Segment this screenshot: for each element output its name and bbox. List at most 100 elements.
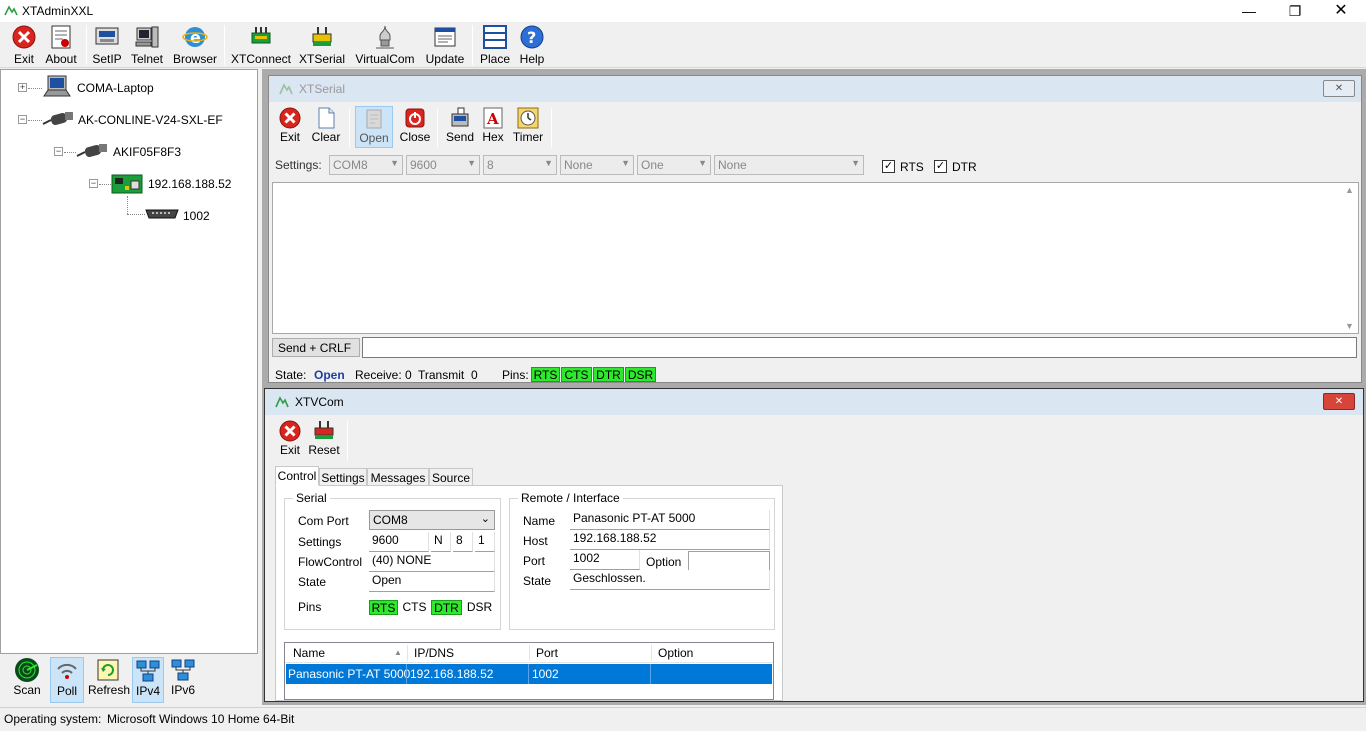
update-button[interactable]: Update [424, 24, 466, 66]
connections-table[interactable]: Name ▲ IP/DNS Port Option Panasonic PT-A… [284, 642, 774, 700]
receive-value: 0 [405, 368, 412, 382]
browser-button[interactable]: e Browser [172, 24, 218, 66]
baud-combo[interactable]: 9600 ▼ [406, 155, 480, 175]
tree-node-adapter[interactable]: AK-CONLINE-V24-SXL-EF [78, 113, 223, 127]
tree-node-ip[interactable]: 192.168.188.52 [148, 177, 231, 191]
xtserial-button[interactable]: XTSerial [298, 24, 346, 66]
vcom-reset-button[interactable]: Reset [307, 419, 341, 461]
col-ipdns[interactable]: IP/DNS [414, 646, 454, 660]
rts-label: RTS [900, 160, 924, 174]
tree-collapse-toggle-3[interactable]: − [89, 179, 98, 188]
about-button[interactable]: About [42, 24, 80, 66]
send-crlf-button[interactable]: Send + CRLF [272, 338, 360, 357]
serial-timer-button[interactable]: Timer [511, 106, 545, 148]
table-header: Name ▲ IP/DNS Port Option [285, 643, 773, 663]
parity-field[interactable]: N [431, 532, 451, 552]
parity-combo[interactable]: None ▼ [560, 155, 634, 175]
xtconnect-icon [251, 27, 271, 44]
remote-host-field[interactable]: 192.168.188.52 [570, 530, 770, 550]
stopbits-combo[interactable]: One ▼ [637, 155, 711, 175]
refresh-button[interactable]: Refresh [88, 657, 130, 703]
serial-send-button[interactable]: Send [443, 106, 477, 148]
transmit-label: Transmit [418, 368, 465, 382]
remote-state-field: Geschlossen. [570, 570, 770, 590]
stopbits-field[interactable]: 1 [475, 532, 495, 552]
xtconnect-button[interactable]: XTConnect [230, 24, 292, 66]
serial-output-area[interactable]: ▲ ▼ [272, 182, 1359, 334]
serial-open-button[interactable]: Open [355, 106, 393, 148]
setip-icon [95, 27, 119, 45]
help-button[interactable]: ? Help [516, 24, 548, 66]
remote-name-field[interactable]: Panasonic PT-AT 5000 [570, 510, 770, 530]
virtualcom-button[interactable]: VirtualCom [352, 24, 418, 66]
device-tree[interactable]: + COMA-Laptop − AK-CONLINE-V24-SXL-EF − … [0, 69, 258, 654]
databits-combo[interactable]: 8 ▼ [483, 155, 557, 175]
handshake-combo[interactable]: None ▼ [714, 155, 864, 175]
telnet-button[interactable]: Telnet [130, 24, 164, 66]
reset-icon [314, 421, 334, 439]
xtserial-window: XTSerial ✕ Exit Clear Open Close Send A … [268, 75, 1362, 383]
comport-select[interactable]: COM8 ⌄ [369, 510, 495, 530]
col-name[interactable]: Name [293, 646, 325, 660]
xtserial-close-button[interactable]: ✕ [1323, 80, 1355, 97]
baud-field[interactable]: 9600 [369, 532, 429, 552]
ipv4-button[interactable]: IPv4 [132, 657, 164, 703]
send-icon [451, 107, 469, 127]
remote-option-field[interactable] [688, 551, 770, 571]
minimize-button[interactable]: — [1226, 0, 1272, 22]
pin-dsr: DSR [625, 367, 656, 382]
output-scrollbar[interactable]: ▲ ▼ [1341, 183, 1358, 333]
xtvcom-close-button[interactable]: ✕ [1323, 393, 1355, 410]
scan-button[interactable]: Scan [10, 657, 44, 703]
tree-collapse-toggle-2[interactable]: − [54, 147, 63, 156]
serial-clear-button[interactable]: Clear [309, 106, 343, 148]
flow-label: FlowControl [298, 555, 363, 569]
place-button[interactable]: Place [478, 24, 512, 66]
row-ip: 192.168.188.52 [410, 667, 494, 681]
tree-node-laptop[interactable]: COMA-Laptop [77, 81, 154, 95]
serial-hex-button[interactable]: A Hex [479, 106, 507, 148]
xtvcom-window-icon [275, 396, 289, 408]
xtserial-titlebar: XTSerial ✕ [269, 76, 1361, 102]
pin-cts: CTS [561, 367, 592, 382]
pins-label: Pins: [502, 368, 529, 382]
dtr-checkbox[interactable]: ✓ [934, 160, 947, 173]
rts-checkbox[interactable]: ✓ [882, 160, 895, 173]
place-icon [483, 25, 507, 49]
col-option[interactable]: Option [658, 646, 693, 660]
tab-control[interactable]: Control [275, 466, 319, 486]
port-combo[interactable]: COM8 ▼ [329, 155, 403, 175]
about-icon [51, 25, 71, 49]
tab-messages[interactable]: Messages [367, 468, 429, 486]
receive-label: Receive: [355, 368, 402, 382]
tree-node-akif[interactable]: AKIF05F8F3 [113, 145, 181, 159]
tree-collapse-toggle[interactable]: − [18, 115, 27, 124]
tree-node-port[interactable]: 1002 [183, 209, 210, 223]
serial-port-icon [145, 209, 179, 219]
serial-close-button[interactable]: Close [397, 106, 433, 148]
poll-button[interactable]: Poll [50, 657, 84, 703]
tab-source[interactable]: Source [429, 468, 473, 486]
remote-port-field[interactable]: 1002 [570, 550, 640, 570]
serial-group-title: Serial [293, 491, 330, 505]
serial-exit-button[interactable]: Exit [275, 106, 305, 148]
send-input[interactable] [362, 337, 1357, 358]
remote-port-label: Port [523, 554, 546, 568]
remote-option-label: Option [646, 555, 682, 569]
ipv6-button[interactable]: IPv6 [168, 657, 198, 703]
flow-field[interactable]: (40) NONE [369, 552, 495, 572]
chevron-down-icon: ▼ [851, 158, 860, 168]
close-window-button[interactable]: ✕ [1318, 0, 1364, 22]
tree-expand-toggle[interactable]: + [18, 83, 27, 92]
table-row[interactable]: Panasonic PT-AT 5000 192.168.188.52 1002 [286, 664, 772, 684]
vcom-pin-rts: RTS [369, 600, 398, 615]
dtr-label: DTR [952, 160, 977, 174]
vcom-exit-button[interactable]: Exit [275, 419, 305, 461]
databits-field[interactable]: 8 [453, 532, 473, 552]
maximize-button[interactable]: ❐ [1272, 0, 1318, 22]
col-port[interactable]: Port [536, 646, 558, 660]
tab-settings[interactable]: Settings [319, 468, 367, 486]
exit-button[interactable]: Exit [8, 24, 40, 66]
network-board-icon [111, 174, 143, 194]
setip-button[interactable]: SetIP [92, 24, 122, 66]
